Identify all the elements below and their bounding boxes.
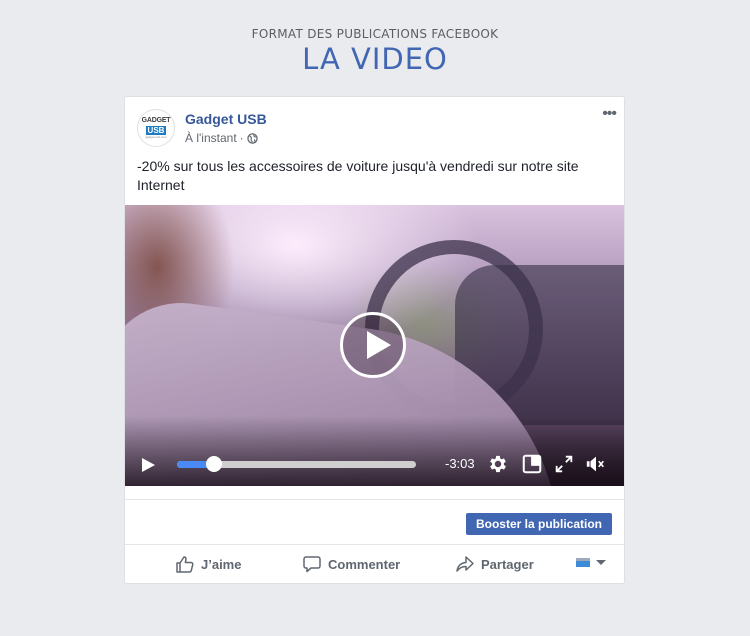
share-label: Partager <box>481 556 534 572</box>
post-timestamp[interactable]: À l'instant <box>185 131 237 145</box>
video-player[interactable]: -3:03 <box>125 205 624 486</box>
play-icon[interactable] <box>142 458 155 472</box>
page-mini-avatar <box>576 558 590 567</box>
globe-icon[interactable] <box>246 132 258 144</box>
more-options-icon[interactable]: ••• <box>602 106 617 122</box>
post-meta: À l'instant · <box>185 131 258 145</box>
heading-subtitle: FORMAT DES PUBLICATIONS FACEBOOK <box>251 27 499 41</box>
comment-button[interactable]: Commenter <box>302 553 400 575</box>
avatar-line1: GADGET <box>141 117 171 124</box>
boost-post-button[interactable]: Booster la publication <box>465 513 612 535</box>
share-icon <box>456 556 474 572</box>
caret-down-icon <box>596 560 606 565</box>
page-name-link[interactable]: Gadget USB <box>185 111 267 127</box>
picture-in-picture-icon[interactable] <box>521 453 543 475</box>
play-overlay-button[interactable] <box>340 312 406 378</box>
video-controls: -3:03 <box>125 442 624 486</box>
like-label: J’aime <box>201 556 242 572</box>
page-selector[interactable] <box>576 558 606 567</box>
share-button[interactable]: Partager <box>455 553 534 575</box>
play-icon <box>367 331 391 359</box>
post-actions-bar: J’aime Commenter Partager <box>125 545 624 583</box>
time-remaining: -3:03 <box>445 456 475 471</box>
post-text: -20% sur tous les accessoires de voiture… <box>137 158 579 193</box>
progress-handle[interactable] <box>206 456 223 472</box>
video-progress-bar[interactable] <box>177 456 416 472</box>
comment-label: Commenter <box>328 556 401 572</box>
facebook-post-card: GADGET USB gadget-usb.com Gadget USB À l… <box>124 96 625 584</box>
thumbs-up-icon <box>176 556 194 573</box>
fullscreen-icon[interactable] <box>553 453 575 475</box>
avatar-line2: USB <box>145 126 167 135</box>
page-avatar[interactable]: GADGET USB gadget-usb.com <box>137 109 175 147</box>
like-button[interactable]: J’aime <box>175 553 241 575</box>
mute-icon[interactable] <box>585 453 607 475</box>
meta-separator: · <box>239 131 244 145</box>
page-heading: FORMAT DES PUBLICATIONS FACEBOOK LA VIDE… <box>0 26 750 76</box>
comment-icon <box>303 556 321 573</box>
settings-icon[interactable] <box>487 453 509 475</box>
avatar-line3: gadget-usb.com <box>145 135 167 139</box>
heading-title: LA VIDEO <box>302 42 448 76</box>
divider <box>125 499 624 500</box>
